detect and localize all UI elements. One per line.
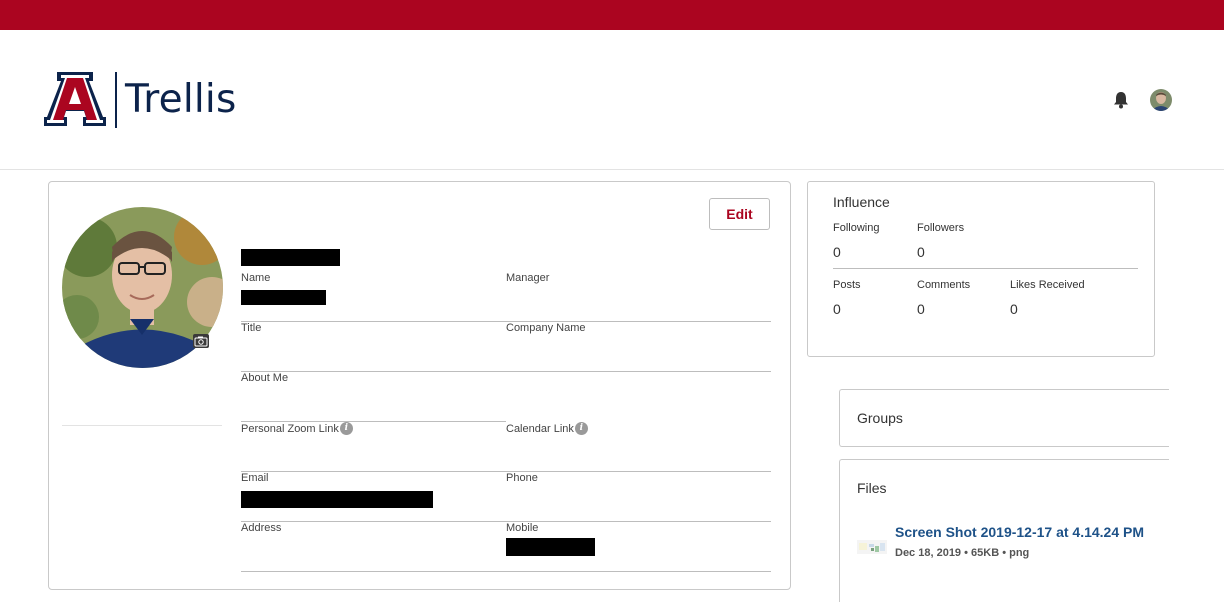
- comments-count: 0: [917, 301, 925, 317]
- likes-received-count: 0: [1010, 301, 1018, 317]
- trellis-logo[interactable]: Trellis: [43, 72, 253, 132]
- edit-button[interactable]: Edit: [709, 198, 770, 230]
- files-title: Files: [857, 480, 887, 496]
- redacted-name-value: [241, 290, 326, 305]
- mobile-field[interactable]: Mobile: [506, 522, 771, 572]
- file-name-link[interactable]: Screen Shot 2019-12-17 at 4.14.24 PM: [895, 524, 1144, 540]
- logo-divider: [115, 72, 117, 128]
- camera-icon[interactable]: [193, 334, 209, 348]
- university-of-arizona-logo: [44, 72, 106, 126]
- influence-card: Influence Following 0 Followers 0 Posts …: [807, 181, 1155, 357]
- info-icon[interactable]: i: [339, 422, 353, 435]
- mobile-label: Mobile: [506, 522, 539, 534]
- site-header: Trellis: [0, 30, 1224, 170]
- about-me-label: About Me: [241, 372, 289, 384]
- groups-card[interactable]: Groups: [839, 389, 1169, 447]
- name-label: Name: [241, 272, 271, 284]
- title-label: Title: [241, 322, 262, 334]
- followers-count[interactable]: 0: [917, 244, 925, 260]
- likes-received-label: Likes Received: [1010, 279, 1085, 291]
- stats-divider: [833, 268, 1138, 269]
- files-card: Files Screen Shot 2019-12-17 at 4.14.24 …: [839, 459, 1169, 602]
- calendar-link-label: Calendar Link: [506, 422, 574, 435]
- redacted-display-name: [241, 249, 340, 266]
- redacted-mobile-value: [506, 538, 595, 556]
- influence-title: Influence: [833, 194, 890, 210]
- posts-label: Posts: [833, 279, 861, 291]
- about-me-field[interactable]: About Me: [241, 372, 506, 422]
- zoom-link-label: Personal Zoom Link: [241, 422, 339, 435]
- phone-field[interactable]: Phone: [506, 472, 771, 522]
- file-thumbnail[interactable]: [857, 534, 887, 558]
- brand-name: Trellis: [125, 77, 237, 122]
- company-name-field[interactable]: Company Name: [506, 322, 771, 372]
- calendar-link-field[interactable]: Calendar Link i: [506, 422, 771, 472]
- posts-count: 0: [833, 301, 841, 317]
- zoom-link-label-row: Personal Zoom Link i: [241, 422, 353, 435]
- user-avatar[interactable]: [1150, 89, 1172, 111]
- calendar-link-label-row: Calendar Link i: [506, 422, 588, 435]
- info-icon[interactable]: i: [574, 422, 588, 435]
- company-name-label: Company Name: [506, 322, 586, 334]
- redacted-email-value: [241, 491, 433, 508]
- manager-field[interactable]: Manager: [506, 272, 771, 322]
- address-label: Address: [241, 522, 282, 534]
- file-meta: Dec 18, 2019 • 65KB • png: [895, 547, 1030, 559]
- following-label: Following: [833, 222, 880, 234]
- phone-label: Phone: [506, 472, 538, 484]
- profile-card: Edit Name Manager Title Company Name Abo…: [48, 181, 791, 590]
- bell-icon[interactable]: [1111, 90, 1131, 110]
- followers-label: Followers: [917, 222, 965, 234]
- manager-label: Manager: [506, 272, 550, 284]
- photo-divider: [62, 425, 222, 426]
- groups-title: Groups: [857, 410, 903, 426]
- top-bar: [0, 0, 1224, 30]
- comments-label: Comments: [917, 279, 971, 291]
- following-count[interactable]: 0: [833, 244, 841, 260]
- email-label: Email: [241, 472, 269, 484]
